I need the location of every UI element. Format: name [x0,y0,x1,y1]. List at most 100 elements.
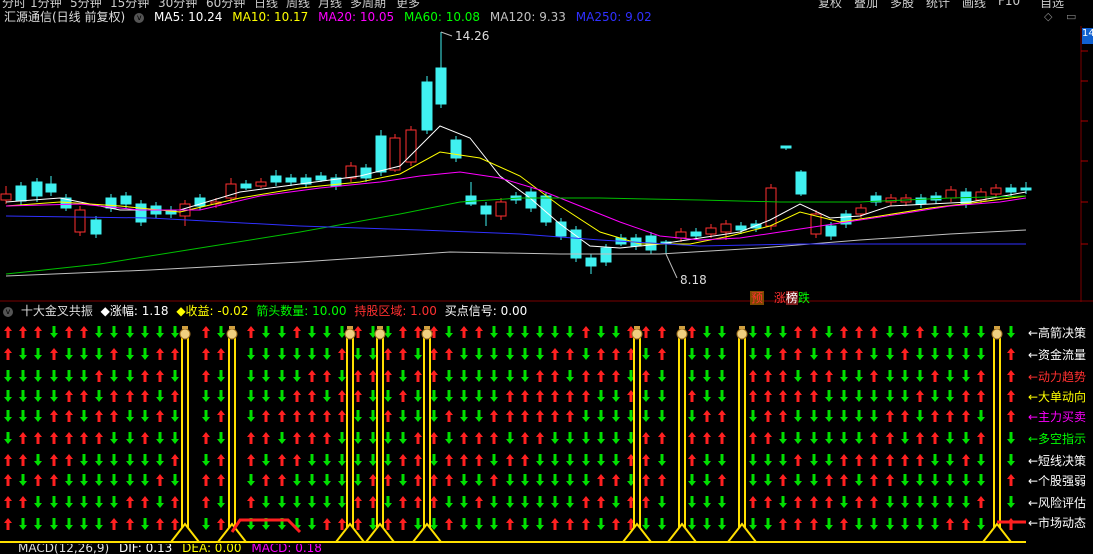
down-arrow-419 [779,454,787,466]
down-arrow-15 [262,326,270,338]
up-arrow-363 [870,432,878,444]
up-arrow-319 [141,432,149,444]
menu-item-multi[interactable]: 多周期 [350,0,386,8]
down-arrow-562 [65,518,73,530]
down-arrow-531 [566,496,574,508]
menu-item-15min[interactable]: 15分钟 [110,0,149,8]
menu-item-overlay[interactable]: 叠加 [854,0,878,8]
down-arrow-274 [430,410,438,422]
down-arrow-260 [202,410,210,422]
down-arrow-137 [217,370,225,382]
arrow-signal-grid[interactable] [0,320,1093,544]
down-arrow-154 [490,370,498,382]
up-arrow-335 [414,432,422,444]
menu-item-multistock[interactable]: 多股 [890,0,914,8]
down-arrow-537 [658,496,666,508]
up-arrow-607 [810,518,818,530]
menu-item-30min[interactable]: 30分钟 [158,0,197,8]
candle-body-26 [389,137,401,171]
down-arrow-555 [962,496,970,508]
up-arrow-541 [749,496,757,508]
candlestick-chart[interactable]: 14.26 8.18 [0,26,1093,302]
down-arrow-156 [521,370,529,382]
menu-item-watchlist[interactable]: 自选 [1040,0,1064,8]
down-arrow-165 [658,370,666,382]
down-arrow-120 [946,348,954,360]
candle-body-17 [255,181,267,187]
up-arrow-96 [551,348,559,360]
menu-item-day[interactable]: 日线 [254,0,278,8]
down-arrow-237 [840,390,848,402]
up-arrow-191 [80,390,88,402]
down-arrow-79 [293,348,301,360]
menu-item-60min[interactable]: 60分钟 [206,0,245,8]
candle-body-19 [285,177,297,183]
menu-item-stats[interactable]: 统计 [926,0,950,8]
up-arrow-592 [551,518,559,530]
up-arrow-245 [962,390,970,402]
up-arrow-532 [582,496,590,508]
up-arrow-399 [445,454,453,466]
menu-item-fuquan[interactable]: 复权 [818,0,842,8]
up-arrow-160 [582,370,590,382]
up-arrow-247 [1007,390,1015,402]
down-arrow-479 [749,474,757,486]
menu-item-month[interactable]: 月线 [318,0,342,8]
menu-item-more[interactable]: 更多 [396,0,420,8]
down-arrow-415 [703,454,711,466]
chevron-down-icon[interactable]: v [3,306,13,317]
up-arrow-426 [886,454,894,466]
down-arrow-527 [506,496,514,508]
down-arrow-35 [566,326,574,338]
chevron-down-icon[interactable]: v [134,12,145,23]
up-arrow-327 [293,432,301,444]
macd-name[interactable]: MACD(12,26,9) [18,544,109,554]
down-arrow-347 [597,432,605,444]
up-arrow-487 [870,474,878,486]
up-arrow-219 [536,390,544,402]
down-arrow-455 [354,474,362,486]
up-arrow-207 [354,390,362,402]
down-arrow-175 [840,370,848,382]
up-arrow-123 [1007,348,1015,360]
down-arrow-106 [718,348,726,360]
up-arrow-302 [886,410,894,422]
candle-body-28 [421,81,433,131]
down-arrow-483 [810,474,818,486]
down-arrow-256 [126,410,134,422]
down-arrow-332 [369,432,377,444]
menu-item-draw[interactable]: 画线 [962,0,986,8]
down-arrow-618 [977,518,985,530]
indicator-name[interactable]: 十大金叉共振 [21,304,93,318]
money-bag-tie-7 [739,326,745,329]
menu-item-5min[interactable]: 5分钟 [70,0,102,8]
down-arrow-516 [338,496,346,508]
down-arrow-368 [946,432,954,444]
up-arrow-110 [794,348,802,360]
down-arrow-613 [901,518,909,530]
down-arrow-90 [460,348,468,360]
row-label-3: ←大单动向 [1028,390,1087,404]
down-arrow-124 [4,370,12,382]
collapse-icon[interactable]: ▭ [1066,10,1076,23]
up-arrow-456 [369,474,377,486]
down-arrow-243 [931,390,939,402]
diamond-icon[interactable]: ◇ [1044,10,1052,23]
down-arrow-557 [1007,496,1015,508]
up-arrow-457 [384,474,392,486]
menu-item-fenshi[interactable]: 分时 [2,0,26,8]
down-arrow-393 [354,454,362,466]
menu-item-f10[interactable]: F10 [998,0,1020,8]
menu-item-1min[interactable]: 1分钟 [30,0,62,8]
ma5-line [5,125,1027,249]
down-arrow-614 [916,518,924,530]
down-arrow-61 [1007,326,1015,338]
up-arrow-449 [262,474,270,486]
down-arrow-215 [475,390,483,402]
down-arrow-453 [323,474,331,486]
down-arrow-515 [323,496,331,508]
menu-item-week[interactable]: 周线 [286,0,310,8]
down-arrow-511 [262,496,270,508]
up-arrow-263 [262,410,270,422]
down-arrow-227 [658,390,666,402]
